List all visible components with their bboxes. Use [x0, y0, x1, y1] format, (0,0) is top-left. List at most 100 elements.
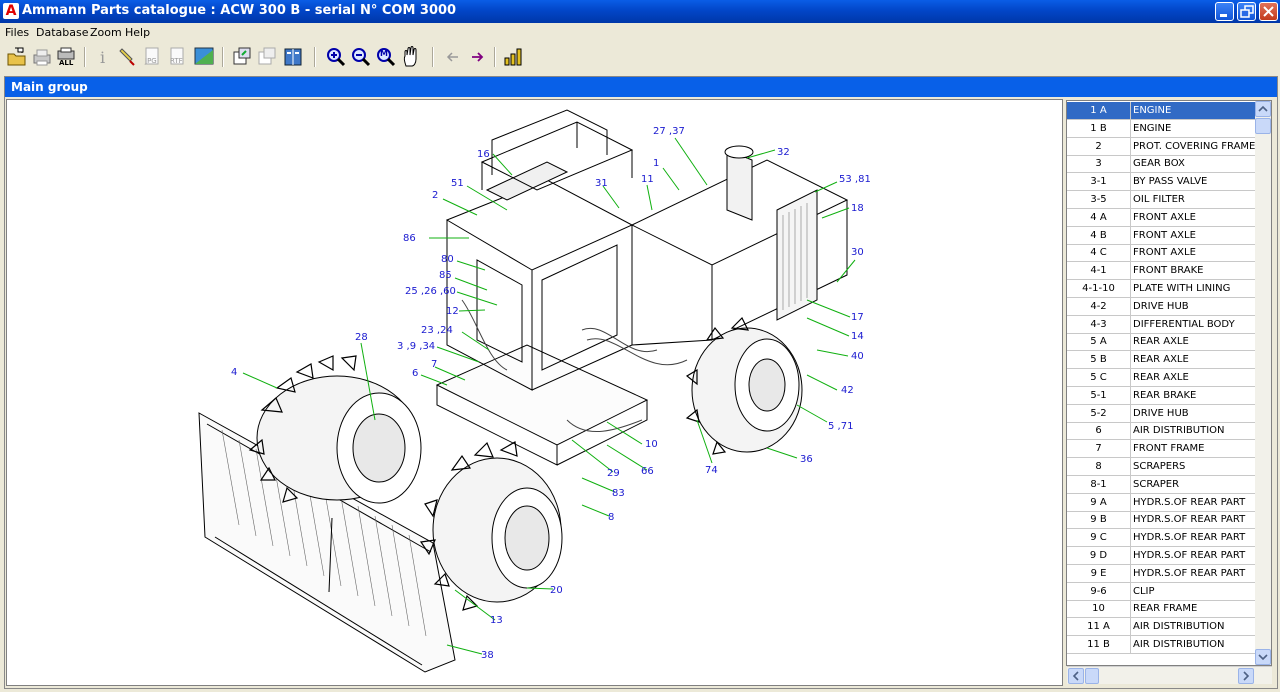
scroll-down-button[interactable]: [1255, 649, 1271, 665]
parts-row[interactable]: 3-5 OIL FILTER: [1067, 191, 1256, 209]
parts-row[interactable]: 9 A HYDR.S.OF REAR PART: [1067, 493, 1256, 512]
parts-row[interactable]: 11 B AIR DISTRIBUTION: [1067, 636, 1256, 654]
callout-label[interactable]: 18: [851, 203, 864, 214]
callout-label[interactable]: 40: [851, 351, 864, 362]
parts-row[interactable]: 5 A REAR AXLE: [1067, 333, 1256, 352]
callout-label[interactable]: 25 ,26 ,60: [405, 286, 456, 297]
chart-icon[interactable]: [502, 46, 524, 68]
print-icon[interactable]: [31, 46, 53, 68]
callout-label[interactable]: 80: [441, 254, 454, 265]
pan-hand-icon[interactable]: [400, 46, 422, 68]
callout-label[interactable]: 28: [355, 332, 368, 343]
callout-label[interactable]: 17: [851, 312, 864, 323]
callout-label[interactable]: 31: [595, 178, 608, 189]
callout-label[interactable]: 13: [490, 615, 503, 626]
minimize-button[interactable]: [1215, 2, 1234, 21]
exploded-drawing[interactable]: 16 27 ,37 32 1 2 51 31 11 53 ,81 18 86 3…: [6, 99, 1063, 686]
parts-row[interactable]: 4 C FRONT AXLE: [1067, 244, 1256, 263]
parts-row[interactable]: 4-3 DIFFERENTIAL BODY: [1067, 315, 1256, 334]
close-button[interactable]: [1259, 2, 1278, 21]
callout-label[interactable]: 11: [641, 174, 654, 185]
print-all-button[interactable]: ALL: [55, 46, 77, 68]
menu-files[interactable]: Files: [5, 26, 29, 39]
callout-label[interactable]: 23 ,24: [421, 325, 453, 336]
parts-row[interactable]: 4 B FRONT AXLE: [1067, 226, 1256, 245]
zoom-fit-button[interactable]: M: [375, 46, 397, 68]
open-folder-icon[interactable]: [6, 46, 28, 68]
callout-label[interactable]: 32: [777, 147, 790, 158]
menu-zoom[interactable]: Zoom: [90, 26, 122, 39]
parts-row[interactable]: 9 E HYDR.S.OF REAR PART: [1067, 564, 1256, 583]
parts-row[interactable]: 4-1 FRONT BRAKE: [1067, 262, 1256, 281]
callout-label[interactable]: 51: [451, 178, 464, 189]
scroll-right-button[interactable]: [1238, 668, 1254, 684]
callout-label[interactable]: 8: [608, 512, 614, 523]
callout-label[interactable]: 85: [439, 270, 452, 281]
callout-label[interactable]: 1: [653, 158, 659, 169]
zoom-out-icon[interactable]: [350, 46, 372, 68]
parts-row[interactable]: 3 GEAR BOX: [1067, 155, 1256, 174]
forward-arrow-icon[interactable]: [467, 46, 489, 68]
callout-label[interactable]: 74: [705, 465, 718, 476]
callout-label[interactable]: 14: [851, 331, 864, 342]
parts-row[interactable]: 8-1 SCRAPER: [1067, 475, 1256, 494]
parts-row[interactable]: 11 A AIR DISTRIBUTION: [1067, 618, 1256, 637]
parts-row[interactable]: 2 PROT. COVERING FRAME: [1067, 137, 1256, 156]
callout-label[interactable]: 27 ,37: [653, 126, 685, 137]
scroll-thumb[interactable]: [1255, 118, 1271, 134]
parts-row[interactable]: 9 C HYDR.S.OF REAR PART: [1067, 529, 1256, 548]
book-icon[interactable]: [282, 46, 304, 68]
callout-label[interactable]: 7: [431, 359, 437, 370]
scroll-up-button[interactable]: [1255, 101, 1271, 117]
callout-label[interactable]: 2: [432, 190, 438, 201]
callout-label[interactable]: 5 ,71: [828, 421, 853, 432]
callout-label[interactable]: 86: [403, 233, 416, 244]
maximize-button[interactable]: [1237, 2, 1256, 21]
parts-row[interactable]: 1 A ENGINE: [1067, 102, 1256, 120]
parts-row[interactable]: 9-6 CLIP: [1067, 582, 1256, 601]
callout-label[interactable]: 20: [550, 585, 563, 596]
callout-label[interactable]: 38: [481, 650, 494, 661]
copy-out-icon[interactable]: [231, 46, 253, 68]
horizontal-scrollbar[interactable]: [1067, 666, 1272, 684]
callout-label[interactable]: 53 ,81: [839, 174, 871, 185]
zoom-in-icon[interactable]: [325, 46, 347, 68]
callout-label[interactable]: 36: [800, 454, 813, 465]
parts-row[interactable]: 9 B HYDR.S.OF REAR PART: [1067, 511, 1256, 530]
callout-label[interactable]: 83: [612, 488, 625, 499]
hscroll-thumb[interactable]: [1085, 668, 1099, 684]
jpg-export-button[interactable]: JPG: [142, 46, 164, 68]
copy-in-icon[interactable]: [256, 46, 278, 68]
image-icon[interactable]: [193, 46, 215, 68]
parts-row[interactable]: 4-2 DRIVE HUB: [1067, 297, 1256, 316]
parts-row[interactable]: 10 REAR FRAME: [1067, 600, 1256, 619]
callout-label[interactable]: 4: [231, 367, 237, 378]
callout-label[interactable]: 3 ,9 ,34: [397, 341, 435, 352]
parts-row[interactable]: 4-1-10 PLATE WITH LINING: [1067, 280, 1256, 298]
menu-help[interactable]: Help: [125, 26, 150, 39]
vertical-scrollbar[interactable]: [1255, 101, 1271, 665]
callout-label[interactable]: 30: [851, 247, 864, 258]
parts-row[interactable]: 5-1 REAR BRAKE: [1067, 386, 1256, 405]
parts-row[interactable]: 5-2 DRIVE HUB: [1067, 404, 1256, 423]
app-icon[interactable]: A: [3, 3, 19, 19]
parts-list[interactable]: 1 A ENGINE 1 B ENGINE 2 PROT. COVERING FRAME 3…: [1066, 100, 1272, 666]
menu-database[interactable]: Database: [36, 26, 89, 39]
callout-label[interactable]: 42: [841, 385, 854, 396]
callout-label[interactable]: 66: [641, 466, 654, 477]
parts-row[interactable]: 6 AIR DISTRIBUTION: [1067, 422, 1256, 441]
rtf-export-button[interactable]: RTF: [167, 46, 189, 68]
callout-label[interactable]: 16: [477, 149, 490, 160]
parts-row[interactable]: 1 B ENGINE: [1067, 119, 1256, 138]
parts-row[interactable]: 8 SCRAPERS: [1067, 458, 1256, 476]
parts-row[interactable]: 3-1 BY PASS VALVE: [1067, 173, 1256, 192]
highlight-icon[interactable]: [117, 46, 139, 68]
scroll-left-button[interactable]: [1068, 668, 1084, 684]
callout-label[interactable]: 6: [412, 368, 418, 379]
back-arrow-icon[interactable]: [442, 46, 464, 68]
callout-label[interactable]: 12: [446, 306, 459, 317]
callout-label[interactable]: 10: [645, 439, 658, 450]
parts-row[interactable]: 5 B REAR AXLE: [1067, 351, 1256, 370]
callout-label[interactable]: 29: [607, 468, 620, 479]
parts-row[interactable]: 5 C REAR AXLE: [1067, 369, 1256, 387]
